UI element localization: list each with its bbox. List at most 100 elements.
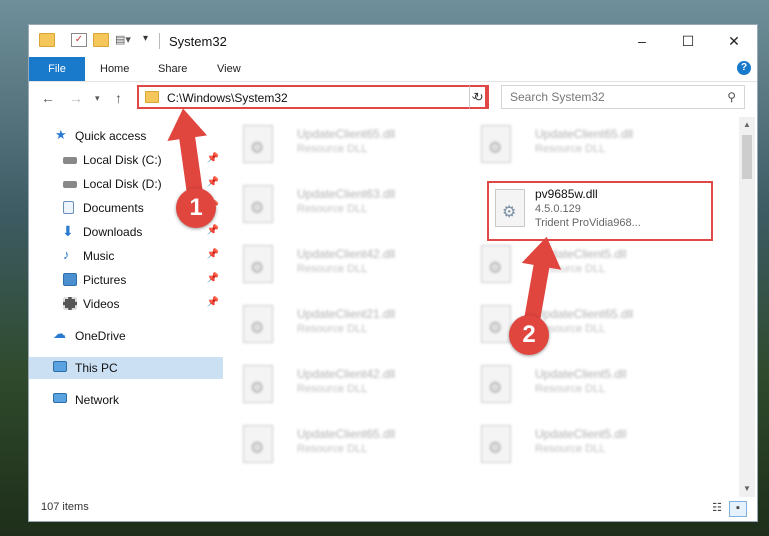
vertical-scrollbar[interactable]: ▲ ▼ bbox=[739, 117, 755, 497]
file-list: UpdateClient65.dll Resource DLL UpdateCl… bbox=[223, 117, 739, 497]
drive-icon bbox=[63, 181, 77, 188]
file-name: UpdateClient5.dll bbox=[535, 367, 627, 381]
refresh-button[interactable]: ↻ bbox=[469, 85, 489, 109]
dll-file-icon bbox=[481, 365, 511, 403]
file-description: Resource DLL bbox=[297, 443, 368, 455]
back-arrow-icon[interactable]: ← bbox=[41, 90, 55, 106]
tab-share[interactable]: Share bbox=[158, 57, 187, 81]
tab-view[interactable]: View bbox=[217, 57, 241, 81]
dll-file-icon bbox=[243, 125, 273, 163]
file-description: Trident ProVidia968... bbox=[535, 217, 641, 229]
scroll-up-icon[interactable]: ▲ bbox=[739, 117, 755, 133]
large-icons-view-icon[interactable]: ▪ bbox=[729, 501, 747, 517]
sidebar-item-network[interactable]: Network bbox=[29, 389, 223, 411]
status-bar: 107 items ☷ ▪ bbox=[29, 495, 757, 521]
dll-file-icon bbox=[243, 245, 273, 283]
navigation-bar: ← → ▾ ↑ C:\Windows\System32 ⌄ ↻ Search S… bbox=[29, 82, 757, 116]
up-arrow-icon[interactable]: ↑ bbox=[115, 90, 122, 106]
help-icon[interactable]: ? bbox=[737, 61, 751, 75]
sidebar-item-label: Local Disk (C:) bbox=[83, 153, 162, 167]
file-explorer-window: ✓ ▤▾ ▾ System32 – ☐ ✕ File Home Share Vi… bbox=[28, 24, 758, 522]
sidebar-item-label: Local Disk (D:) bbox=[83, 177, 162, 191]
file-item[interactable]: UpdateClient65.dll Resource DLL bbox=[461, 301, 681, 349]
file-name: UpdateClient65.dll bbox=[297, 127, 396, 141]
scroll-thumb[interactable] bbox=[742, 135, 752, 179]
pin-icon[interactable]: 📌 bbox=[207, 225, 219, 236]
file-description: Resource DLL bbox=[535, 383, 606, 395]
recent-locations-icon[interactable]: ▾ bbox=[95, 93, 100, 104]
dll-file-icon bbox=[495, 189, 525, 227]
address-path: C:\Windows\System32 bbox=[167, 91, 288, 105]
sidebar-item-label: This PC bbox=[75, 361, 118, 375]
dll-file-icon bbox=[481, 305, 511, 343]
file-item[interactable]: UpdateClient5.dll Resource DLL bbox=[461, 361, 681, 409]
sidebar-item-videos[interactable]: Videos 📌 bbox=[29, 293, 223, 315]
file-item[interactable]: UpdateClient5.dll Resource DLL bbox=[461, 421, 681, 469]
sidebar-item-pictures[interactable]: Pictures 📌 bbox=[29, 269, 223, 291]
file-item[interactable]: UpdateClient63.dll Resource DLL bbox=[223, 181, 443, 229]
dll-file-icon bbox=[243, 425, 273, 463]
file-item[interactable]: UpdateClient21.dll Resource DLL bbox=[223, 301, 443, 349]
close-button[interactable]: ✕ bbox=[711, 25, 757, 57]
pin-icon[interactable]: 📌 bbox=[207, 249, 219, 260]
new-folder-icon[interactable] bbox=[93, 33, 109, 47]
file-name: UpdateClient63.dll bbox=[297, 187, 396, 201]
file-name: UpdateClient42.dll bbox=[297, 367, 396, 381]
ribbon: File Home Share View ? bbox=[29, 57, 757, 82]
file-item[interactable]: UpdateClient65.dll Resource DLL bbox=[461, 121, 681, 169]
file-name: UpdateClient21.dll bbox=[297, 307, 396, 321]
step-marker-2: 2 bbox=[509, 315, 549, 355]
download-icon: ⬇ bbox=[62, 223, 74, 239]
sidebar-item-onedrive[interactable]: ☁ OneDrive bbox=[29, 325, 223, 347]
sidebar-item-this-pc[interactable]: This PC bbox=[29, 357, 223, 379]
dll-file-icon bbox=[243, 365, 273, 403]
dll-file-icon bbox=[243, 305, 273, 343]
maximize-button[interactable]: ☐ bbox=[665, 25, 711, 57]
dll-file-icon bbox=[243, 185, 273, 223]
sidebar-item-label: OneDrive bbox=[75, 329, 126, 343]
dll-file-icon bbox=[481, 425, 511, 463]
customize-toolbar-icon[interactable]: ▤▾ bbox=[115, 33, 131, 47]
file-item[interactable]: UpdateClient42.dll Resource DLL bbox=[223, 361, 443, 409]
file-item[interactable]: UpdateClient42.dll Resource DLL bbox=[223, 241, 443, 289]
step-marker-1: 1 bbox=[176, 188, 216, 228]
folder-icon bbox=[145, 91, 159, 103]
pin-icon[interactable]: 📌 bbox=[207, 297, 219, 308]
file-description: Resource DLL bbox=[535, 443, 606, 455]
chevron-down-icon[interactable]: ▾ bbox=[143, 33, 159, 47]
title-bar: ✓ ▤▾ ▾ System32 – ☐ ✕ bbox=[29, 25, 757, 57]
item-count: 107 items bbox=[41, 501, 89, 513]
minimize-button[interactable]: – bbox=[619, 25, 665, 57]
file-name: UpdateClient5.dll bbox=[535, 427, 627, 441]
sidebar-item-label: Downloads bbox=[83, 225, 143, 239]
dll-file-icon bbox=[481, 245, 511, 283]
file-item-pv9685w[interactable]: pv9685w.dll 4.5.0.129 Trident ProVidia96… bbox=[487, 181, 713, 241]
address-bar[interactable]: C:\Windows\System32 ⌄ bbox=[137, 85, 487, 109]
pin-icon[interactable]: 📌 bbox=[207, 273, 219, 284]
sidebar-item-label: Pictures bbox=[83, 273, 127, 287]
file-item[interactable]: UpdateClient5.dll Resource DLL bbox=[461, 241, 681, 289]
file-description: Resource DLL bbox=[535, 143, 606, 155]
search-input[interactable]: Search System32 ⚲ bbox=[501, 85, 745, 109]
tab-home[interactable]: Home bbox=[100, 57, 129, 81]
file-item[interactable]: UpdateClient65.dll Resource DLL bbox=[223, 421, 443, 469]
file-description: Resource DLL bbox=[297, 143, 368, 155]
music-icon: ♪ bbox=[63, 247, 70, 262]
drive-icon bbox=[63, 157, 77, 164]
file-version: 4.5.0.129 bbox=[535, 203, 581, 215]
file-description: Resource DLL bbox=[297, 203, 368, 215]
sidebar-item-music[interactable]: ♪ Music 📌 bbox=[29, 245, 223, 267]
file-description: Resource DLL bbox=[297, 383, 368, 395]
pictures-icon bbox=[63, 273, 77, 286]
details-view-icon[interactable]: ☷ bbox=[709, 501, 725, 515]
properties-icon[interactable]: ✓ bbox=[71, 33, 87, 47]
network-icon bbox=[53, 393, 67, 403]
file-description: Resource DLL bbox=[297, 323, 368, 335]
tab-file[interactable]: File bbox=[29, 57, 85, 81]
file-description: Resource DLL bbox=[297, 263, 368, 275]
file-item[interactable]: UpdateClient65.dll Resource DLL bbox=[223, 121, 443, 169]
document-icon bbox=[63, 201, 74, 214]
file-name: UpdateClient42.dll bbox=[297, 247, 396, 261]
forward-arrow-icon[interactable]: → bbox=[69, 90, 83, 106]
sidebar-item-label: Quick access bbox=[75, 129, 147, 143]
